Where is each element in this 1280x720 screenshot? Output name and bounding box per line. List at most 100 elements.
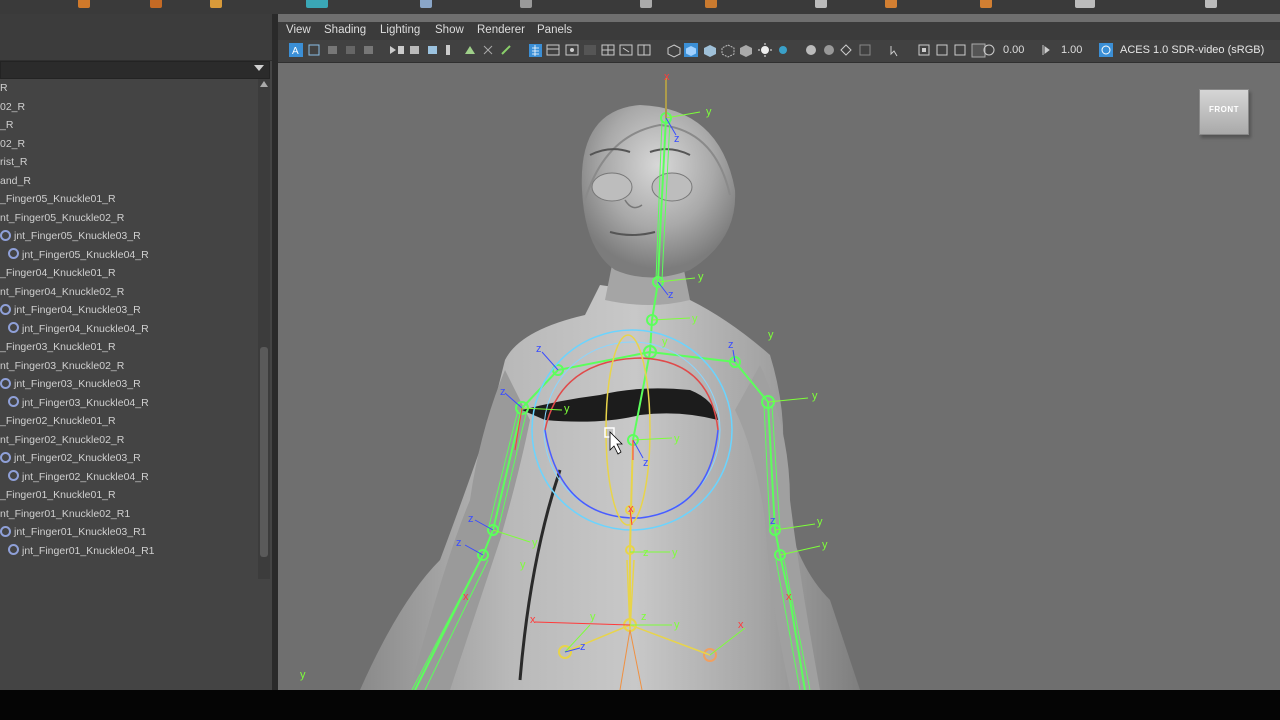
list-item[interactable]: jnt_Finger02_Knuckle03_R xyxy=(0,449,141,467)
outliner-item-label: _Finger01_Knuckle01_R xyxy=(0,489,116,501)
shelf-tool-icon[interactable] xyxy=(150,0,162,8)
outliner-item-label: rist_R xyxy=(0,156,28,168)
svg-text:y: y xyxy=(698,271,704,283)
list-item[interactable]: nt_Finger01_Knuckle02_R1 xyxy=(0,505,130,523)
svg-text:y: y xyxy=(768,329,774,341)
shelf-tool-icon[interactable] xyxy=(306,0,328,8)
svg-text:x: x xyxy=(786,591,792,603)
joint-icon xyxy=(8,248,19,260)
filter-chevron-icon[interactable] xyxy=(254,65,264,71)
joint-icon xyxy=(8,470,19,482)
outliner-item-label: _Finger03_Knuckle01_R xyxy=(0,341,116,353)
outliner-item-label: jnt_Finger01_Knuckle04_R1 xyxy=(22,544,155,557)
list-item[interactable]: R xyxy=(0,79,8,97)
menu-lighting[interactable]: Lighting xyxy=(380,24,420,36)
list-item[interactable]: 02_R xyxy=(0,135,25,153)
svg-text:y: y xyxy=(674,619,680,631)
list-item[interactable]: jnt_Finger04_Knuckle04_R xyxy=(8,320,149,338)
list-item[interactable]: _Finger05_Knuckle01_R xyxy=(0,190,116,208)
svg-text:z: z xyxy=(536,343,542,355)
color-space-label[interactable]: ACES 1.0 SDR-video (sRGB) xyxy=(1120,44,1264,56)
menu-renderer[interactable]: Renderer xyxy=(477,24,525,36)
outliner-item-label: nt_Finger05_Knuckle02_R xyxy=(0,211,125,224)
list-item[interactable]: _Finger03_Knuckle01_R xyxy=(0,338,116,356)
viewport-panel[interactable]: View Shading Lighting Show Renderer Pane… xyxy=(278,14,1280,690)
list-item[interactable]: jnt_Finger02_Knuckle04_R xyxy=(8,468,149,486)
gamma-value[interactable]: 1.00 xyxy=(1061,44,1082,56)
list-item[interactable]: jnt_Finger03_Knuckle04_R xyxy=(8,394,149,412)
menu-panels[interactable]: Panels xyxy=(537,24,572,36)
svg-text:y: y xyxy=(812,390,818,402)
svg-text:y: y xyxy=(520,559,526,571)
menu-shading[interactable]: Shading xyxy=(324,24,366,36)
shelf-tool-icon[interactable] xyxy=(420,0,432,8)
menu-view[interactable]: View xyxy=(286,24,311,36)
list-item[interactable]: rist_R xyxy=(0,153,27,171)
outliner-header xyxy=(0,14,272,61)
svg-text:x: x xyxy=(463,591,469,603)
svg-text:y: y xyxy=(706,106,712,118)
list-item[interactable]: jnt_Finger05_Knuckle04_R xyxy=(8,246,149,264)
outliner-filter-field[interactable] xyxy=(0,61,270,79)
svg-text:y: y xyxy=(822,539,828,551)
list-item[interactable]: jnt_Finger04_Knuckle03_R xyxy=(0,301,141,319)
outliner-item-label: jnt_Finger02_Knuckle04_R xyxy=(22,470,149,483)
outliner-item-label: jnt_Finger05_Knuckle04_R xyxy=(22,248,149,261)
svg-text:z: z xyxy=(668,289,674,301)
shelf-tool-icon[interactable] xyxy=(78,0,90,8)
joint-icon xyxy=(8,396,19,408)
joint-icon xyxy=(0,525,11,537)
exposure-value[interactable]: 0.00 xyxy=(1003,44,1024,56)
scrollbar-thumb[interactable] xyxy=(260,347,268,557)
list-item[interactable]: nt_Finger04_Knuckle02_R xyxy=(0,283,124,301)
svg-text:x: x xyxy=(530,614,536,626)
list-item[interactable]: _Finger02_Knuckle01_R xyxy=(0,412,116,430)
list-item[interactable]: jnt_Finger01_Knuckle03_R1 xyxy=(0,523,147,541)
svg-text:z: z xyxy=(500,386,506,398)
shelf-tool-icon[interactable] xyxy=(520,0,532,8)
outliner-item-label: jnt_Finger04_Knuckle03_R xyxy=(14,304,141,316)
svg-text:x: x xyxy=(628,503,634,515)
shelf-tool-icon[interactable] xyxy=(640,0,652,8)
list-item[interactable]: 02_R xyxy=(0,98,25,116)
list-item[interactable]: _Finger01_Knuckle01_R xyxy=(0,486,116,504)
svg-text:y: y xyxy=(662,336,668,348)
scroll-up-icon[interactable] xyxy=(260,81,268,87)
menu-show[interactable]: Show xyxy=(435,24,464,36)
character-mesh[interactable] xyxy=(360,105,860,690)
list-item[interactable]: jnt_Finger03_Knuckle03_R xyxy=(0,375,141,393)
outliner-item-label: 02_R xyxy=(0,137,26,150)
outliner-item-label: 02_R xyxy=(0,100,26,113)
svg-text:z: z xyxy=(770,515,776,527)
svg-text:y: y xyxy=(692,313,698,325)
outliner-item-label: jnt_Finger02_Knuckle03_R xyxy=(14,452,141,464)
list-item[interactable]: _Finger04_Knuckle01_R xyxy=(0,264,116,282)
outliner-item-label: _Finger04_Knuckle01_R xyxy=(0,267,116,279)
outliner-item-label: jnt_Finger05_Knuckle03_R xyxy=(14,230,141,242)
list-item[interactable]: nt_Finger05_Knuckle02_R xyxy=(0,209,124,227)
shelf-tool-icon[interactable] xyxy=(980,0,992,8)
outliner-item-label: _Finger02_Knuckle01_R xyxy=(0,415,116,427)
joint-icon xyxy=(0,229,11,241)
svg-text:y: y xyxy=(674,433,680,445)
list-item[interactable]: _R xyxy=(0,116,13,134)
scene-view[interactable]: x y z y z y y z y z z y y y z x z y z y … xyxy=(278,62,1280,690)
svg-text:z: z xyxy=(456,537,462,549)
shelf-tool-icon[interactable] xyxy=(1075,0,1095,8)
outliner-item-label: jnt_Finger01_Knuckle03_R1 xyxy=(14,526,147,538)
list-item[interactable]: jnt_Finger01_Knuckle04_R1 xyxy=(8,542,155,560)
outliner-scrollbar[interactable] xyxy=(258,79,270,579)
list-item[interactable]: nt_Finger02_Knuckle02_R xyxy=(0,431,124,449)
list-item[interactable]: jnt_Finger05_Knuckle03_R xyxy=(0,227,141,245)
svg-text:y: y xyxy=(532,537,538,549)
list-item[interactable]: and_R xyxy=(0,172,31,190)
view-cube-icon[interactable]: FRONT xyxy=(1199,89,1249,135)
viewport-toolbar: A 0.00 1.00 ACES 1.0 SDR-video (sRGB) xyxy=(278,40,1280,63)
svg-text:z: z xyxy=(641,611,647,623)
shelf-tool-icon[interactable] xyxy=(815,0,827,8)
shelf-tool-icon[interactable] xyxy=(1205,0,1217,8)
list-item[interactable]: nt_Finger03_Knuckle02_R xyxy=(0,357,124,375)
shelf-tool-icon[interactable] xyxy=(885,0,897,8)
shelf-tool-icon[interactable] xyxy=(705,0,717,8)
shelf-tool-icon[interactable] xyxy=(210,0,222,8)
